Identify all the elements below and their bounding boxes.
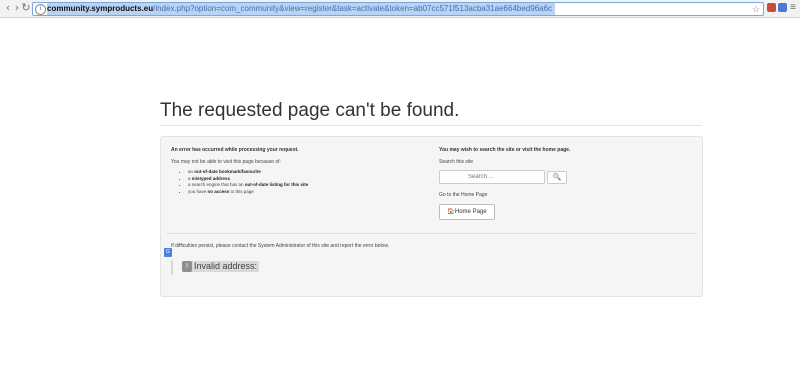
bookmark-star-icon[interactable]: ☆ (752, 3, 760, 15)
error-message: ! Invalid address: (182, 261, 260, 272)
home-icon: 🏠 (447, 209, 455, 215)
warning-icon: ! (182, 261, 192, 272)
search-button[interactable]: 🔍 (547, 171, 567, 184)
extension-icon[interactable] (767, 3, 776, 12)
browser-toolbar: ‹ › ↻ i community.symproducts.eu/index.p… (0, 0, 800, 18)
home-page-button[interactable]: 🏠Home Page (439, 204, 495, 220)
url-text[interactable]: community.symproducts.eu/index.php?optio… (47, 3, 556, 15)
list-item: you have no access to this page (188, 189, 421, 196)
url-path: /index.php?option=com_community&view=reg… (153, 4, 553, 13)
search-icon: 🔍 (552, 174, 562, 181)
persist-message: If difficulties persist, please contact … (171, 243, 390, 249)
url-host: community.symproducts.eu (47, 4, 154, 13)
home-button-label: Home Page (454, 209, 487, 215)
error-quote-bar (171, 260, 173, 275)
error-heading: An error has occurred while processing y… (171, 147, 299, 153)
error-intro: You may not be able to visit this page b… (171, 159, 281, 165)
goto-home-label: Go to the Home Page (439, 192, 488, 198)
search-heading: You may wish to search the site or visit… (439, 147, 571, 153)
search-input[interactable] (439, 170, 545, 184)
error-panel: An error has occurred while processing y… (160, 136, 703, 297)
error-message-text: Invalid address: (194, 261, 258, 271)
panel-divider (166, 233, 697, 234)
menu-icon[interactable]: ≡ (790, 2, 796, 14)
reasons-list: an out-of-date bookmark/favourite a mist… (171, 169, 421, 195)
search-column: You may wish to search the site or visit… (439, 147, 689, 220)
reload-icon[interactable]: ↻ (20, 2, 32, 14)
address-bar[interactable]: i community.symproducts.eu/index.php?opt… (32, 2, 764, 16)
title-divider (160, 125, 702, 126)
error-info-column: An error has occurred while processing y… (171, 147, 421, 195)
info-icon[interactable]: i (35, 4, 46, 15)
extension-icon[interactable] (778, 3, 787, 12)
search-label: Search this site (439, 159, 474, 165)
page-title: The requested page can't be found. (160, 100, 460, 121)
